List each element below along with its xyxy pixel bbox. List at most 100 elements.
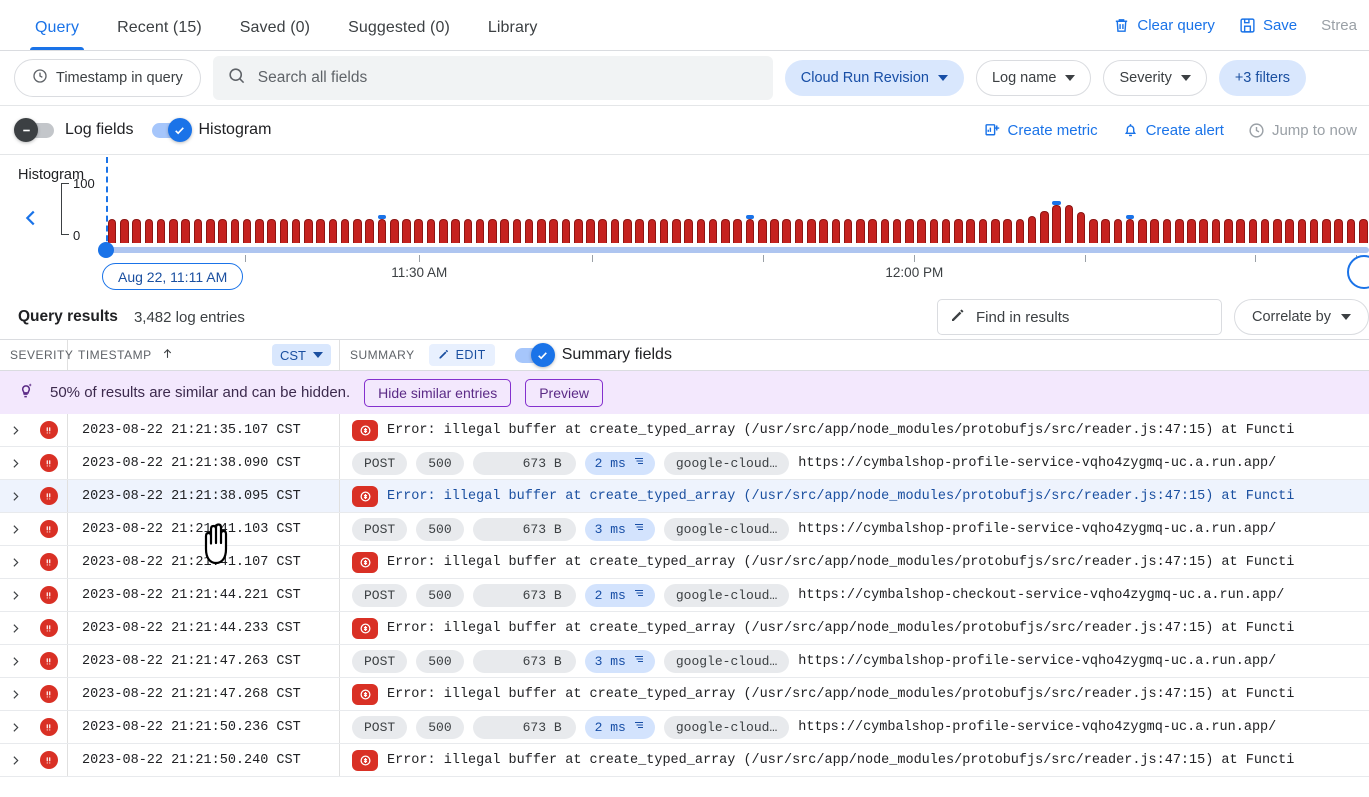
histogram-bar-cell[interactable] xyxy=(131,181,143,243)
histogram-bar[interactable] xyxy=(1260,219,1270,243)
histogram-bar-cell[interactable] xyxy=(265,181,277,243)
expand-row-icon[interactable] xyxy=(0,645,30,677)
histogram-bar-cell[interactable] xyxy=(1308,181,1320,243)
histogram-bar[interactable] xyxy=(279,219,289,243)
histogram-bar[interactable] xyxy=(770,219,779,243)
histogram-bar[interactable] xyxy=(1052,200,1061,243)
histogram-bar[interactable] xyxy=(1322,219,1331,243)
hide-similar-entries-button[interactable]: Hide similar entries xyxy=(364,378,512,407)
filter-chip-cloud-run-revision[interactable]: Cloud Run Revision xyxy=(784,60,964,96)
histogram-bar-cell[interactable] xyxy=(1333,181,1345,243)
histogram-bar-cell[interactable] xyxy=(216,181,228,243)
expand-row-icon[interactable] xyxy=(0,711,30,743)
histogram-bar[interactable] xyxy=(1358,219,1368,243)
histogram-bar[interactable] xyxy=(488,219,497,243)
histogram-bar[interactable] xyxy=(439,219,448,243)
histogram-bar[interactable] xyxy=(181,219,191,243)
histogram-bar[interactable] xyxy=(451,219,460,243)
histogram-bar[interactable] xyxy=(1064,204,1074,243)
histogram-bar-cell[interactable] xyxy=(1075,181,1087,243)
table-row[interactable]: 2023-08-22 21:21:47.268 CST Error: illega… xyxy=(0,678,1369,711)
expand-row-icon[interactable] xyxy=(0,480,30,512)
histogram-bar[interactable] xyxy=(892,219,902,243)
histogram-bar[interactable] xyxy=(647,219,657,243)
histogram-bar-cell[interactable] xyxy=(315,181,327,243)
histogram-bar-cell[interactable] xyxy=(1038,181,1050,243)
tab-suggested-0[interactable]: Suggested (0) xyxy=(329,19,469,50)
histogram-bar[interactable] xyxy=(586,219,595,243)
search-input[interactable]: Search all fields xyxy=(212,56,773,100)
histogram-bar[interactable] xyxy=(708,219,718,243)
expand-row-icon[interactable] xyxy=(0,612,30,644)
histogram-bar-cell[interactable] xyxy=(584,181,596,243)
histogram-bar-cell[interactable] xyxy=(241,181,253,243)
histogram-bar-cell[interactable] xyxy=(229,181,241,243)
histogram-bar-cell[interactable] xyxy=(535,181,547,243)
histogram-bar-cell[interactable] xyxy=(572,181,584,243)
histogram-bar[interactable] xyxy=(365,219,374,243)
histogram-bar[interactable] xyxy=(856,219,865,243)
histogram-bar[interactable] xyxy=(721,219,730,243)
histogram-bar[interactable] xyxy=(475,219,485,243)
histogram-bar-cell[interactable] xyxy=(1014,181,1026,243)
histogram-bar-cell[interactable] xyxy=(940,181,952,243)
histogram-bar-cell[interactable] xyxy=(866,181,878,243)
histogram-bar[interactable] xyxy=(954,219,963,243)
histogram-bar[interactable] xyxy=(684,219,693,243)
histogram-bar[interactable] xyxy=(267,219,276,243)
histogram-bar[interactable] xyxy=(1248,219,1258,243)
column-header-timestamp[interactable]: TIMESTAMP CST xyxy=(68,340,340,370)
table-row[interactable]: 2023-08-22 21:21:47.263 CST POST 500 673 B 3… xyxy=(0,645,1369,678)
histogram-bar[interactable] xyxy=(598,219,608,243)
histogram-bar[interactable] xyxy=(500,219,509,243)
histogram-bar-cell[interactable] xyxy=(327,181,339,243)
filter-chip-severity[interactable]: Severity xyxy=(1103,60,1207,96)
histogram-bar-cell[interactable] xyxy=(805,181,817,243)
histogram-bar[interactable] xyxy=(561,219,571,243)
histogram-bar-cell[interactable] xyxy=(449,181,461,243)
histogram-bar[interactable] xyxy=(1015,219,1025,243)
tab-library[interactable]: Library xyxy=(469,19,557,50)
save-button[interactable]: Save xyxy=(1227,11,1309,40)
histogram-bar[interactable] xyxy=(291,219,301,243)
histogram-bar[interactable] xyxy=(463,219,473,243)
histogram-bar-cell[interactable] xyxy=(167,181,179,243)
histogram-bar-cell[interactable] xyxy=(1185,181,1197,243)
summary-fields-toggle[interactable] xyxy=(514,343,555,367)
histogram-bar-cell[interactable] xyxy=(916,181,928,243)
histogram-bar[interactable] xyxy=(941,219,951,243)
histogram-bar[interactable] xyxy=(905,219,914,243)
histogram-bar-cell[interactable] xyxy=(1222,181,1234,243)
histogram-bar-cell[interactable] xyxy=(1001,181,1013,243)
histogram-bar-cell[interactable] xyxy=(781,181,793,243)
histogram-bar[interactable] xyxy=(389,219,399,243)
histogram-bar-cell[interactable] xyxy=(155,181,167,243)
histogram-bar-cell[interactable] xyxy=(302,181,314,243)
table-row[interactable]: 2023-08-22 21:21:50.240 CST Error: illega… xyxy=(0,744,1369,777)
histogram-bar[interactable] xyxy=(1150,219,1159,243)
histogram-bar-cell[interactable] xyxy=(977,181,989,243)
timestamp-in-query-chip[interactable]: Timestamp in query xyxy=(14,59,201,97)
histogram-bar[interactable] xyxy=(794,219,804,243)
histogram-bar-cell[interactable] xyxy=(830,181,842,243)
histogram-bar[interactable] xyxy=(230,219,240,243)
histogram-bar-cell[interactable] xyxy=(682,181,694,243)
histogram-bar-cell[interactable] xyxy=(621,181,633,243)
histogram-bar-cell[interactable] xyxy=(903,181,915,243)
histogram-bar-cell[interactable] xyxy=(646,181,658,243)
create-metric-button[interactable]: Create metric xyxy=(972,116,1110,145)
histogram-bar[interactable] xyxy=(1113,219,1123,243)
histogram-bar[interactable] xyxy=(524,219,534,243)
clear-query-button[interactable]: Clear query xyxy=(1101,11,1227,40)
histogram-bar[interactable] xyxy=(1346,219,1356,243)
filter-chip-log-name[interactable]: Log name xyxy=(975,60,1092,96)
table-row[interactable]: 2023-08-22 21:21:50.236 CST POST 500 673 B 2… xyxy=(0,711,1369,744)
table-row[interactable]: 2023-08-22 21:21:41.103 CST POST 500 673 B 3… xyxy=(0,513,1369,546)
histogram-bar[interactable] xyxy=(733,219,742,243)
histogram-bar-cell[interactable] xyxy=(560,181,572,243)
timezone-selector[interactable]: CST xyxy=(272,344,331,366)
expand-row-icon[interactable] xyxy=(0,744,30,776)
expand-row-icon[interactable] xyxy=(0,447,30,479)
histogram-bar-cell[interactable] xyxy=(1357,181,1369,243)
histogram-bar[interactable] xyxy=(917,219,926,243)
